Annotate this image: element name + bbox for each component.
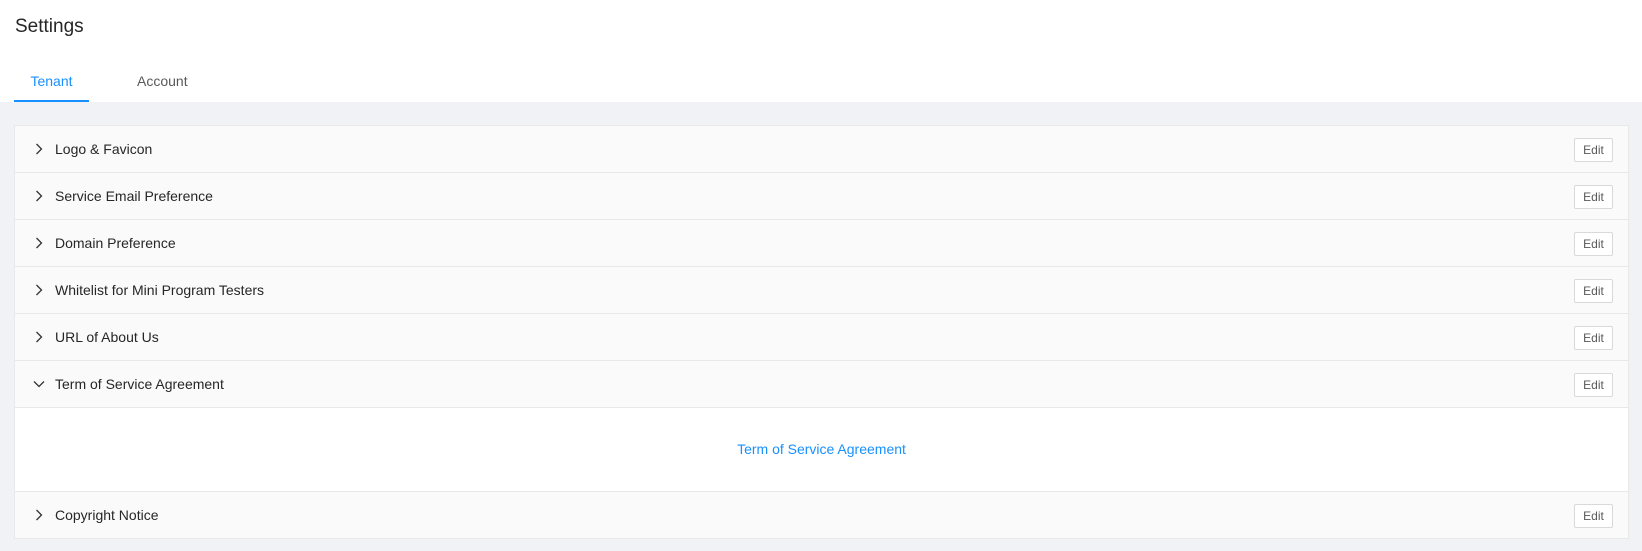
term-of-service-content: Term of Service Agreement [15, 408, 1628, 492]
tab-tenant[interactable]: Tenant [14, 70, 89, 102]
settings-header: Settings Tenant Account [0, 0, 1642, 102]
edit-copyright-notice-button[interactable]: Edit [1574, 504, 1613, 528]
section-header-copyright-notice[interactable]: Copyright Notice Edit [15, 492, 1628, 539]
settings-tabs: Tenant Account [14, 70, 188, 102]
edit-logo-favicon-button[interactable]: Edit [1574, 138, 1613, 162]
chevron-right-icon [30, 140, 48, 158]
section-title: Logo & Favicon [55, 141, 153, 157]
edit-term-of-service-button[interactable]: Edit [1574, 373, 1613, 397]
tenant-settings-collapse: Logo & Favicon Edit Service Email Prefer… [14, 125, 1629, 539]
section-header-logo-favicon[interactable]: Logo & Favicon Edit [15, 126, 1628, 173]
chevron-down-icon [30, 375, 48, 393]
section-title: Term of Service Agreement [55, 376, 224, 392]
edit-service-email-preference-button[interactable]: Edit [1574, 185, 1613, 209]
term-of-service-link[interactable]: Term of Service Agreement [15, 439, 1628, 459]
chevron-right-icon [30, 328, 48, 346]
section-title: Service Email Preference [55, 188, 213, 204]
page-title: Settings [15, 16, 84, 37]
edit-url-about-us-button[interactable]: Edit [1574, 326, 1613, 350]
chevron-right-icon [30, 234, 48, 252]
section-header-url-about-us[interactable]: URL of About Us Edit [15, 314, 1628, 361]
section-header-term-of-service[interactable]: Term of Service Agreement Edit [15, 361, 1628, 408]
section-title: URL of About Us [55, 329, 159, 345]
chevron-right-icon [30, 281, 48, 299]
tab-account[interactable]: Account [137, 70, 188, 102]
chevron-right-icon [30, 187, 48, 205]
edit-domain-preference-button[interactable]: Edit [1574, 232, 1613, 256]
section-header-whitelist-testers[interactable]: Whitelist for Mini Program Testers Edit [15, 267, 1628, 314]
section-title: Copyright Notice [55, 507, 159, 523]
chevron-right-icon [30, 506, 48, 524]
section-title: Whitelist for Mini Program Testers [55, 282, 265, 298]
edit-whitelist-testers-button[interactable]: Edit [1574, 279, 1613, 303]
section-title: Domain Preference [55, 235, 176, 251]
section-header-service-email-preference[interactable]: Service Email Preference Edit [15, 173, 1628, 220]
section-header-domain-preference[interactable]: Domain Preference Edit [15, 220, 1628, 267]
